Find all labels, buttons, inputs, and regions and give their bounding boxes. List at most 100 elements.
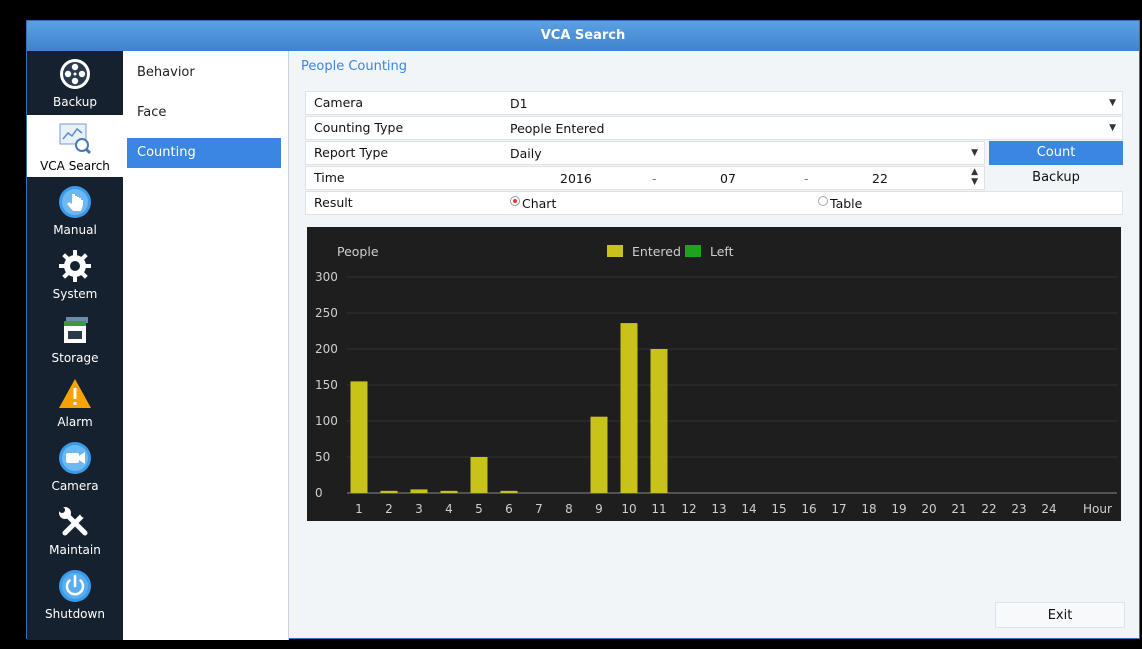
table-radio[interactable] [818,196,828,206]
chevron-down-icon[interactable]: ▼ [1109,123,1116,133]
report-type-select[interactable]: Daily [510,146,542,161]
vca-search-window: VCA Search Backup VCA Search Manual System S… [26,20,1141,640]
chart-radio-label[interactable]: Chart [522,196,556,211]
nav-item-vca-search[interactable]: VCA Search [27,115,123,177]
chart-magnifier-icon [57,121,93,155]
result-label: Result [314,195,353,210]
y-tick-label: 50 [315,450,330,464]
report-type-label: Report Type [314,145,389,160]
time-spinner-icon[interactable]: ▲ ▼ [971,167,978,187]
bar-entered [470,457,488,493]
camera-icon [57,441,93,475]
time-day-input[interactable]: 22 [872,171,888,186]
bar-entered [410,489,428,493]
x-tick-label: 15 [771,502,786,516]
x-tick-label: 14 [741,502,756,516]
nav-item-alarm[interactable]: Alarm [27,371,123,433]
subnav-item-counting[interactable]: Counting [127,138,281,168]
x-tick-label: 22 [981,502,996,516]
chevron-down-icon[interactable]: ▼ [971,148,978,158]
bar-entered [620,323,638,493]
nav-label: Camera [51,479,99,493]
power-icon [57,569,93,603]
nav-item-manual[interactable]: Manual [27,179,123,241]
nav-label: Maintain [49,543,101,557]
y-tick-label: 150 [315,378,338,392]
x-tick-label: 7 [535,502,543,516]
sub-nav: Behavior Face Counting [123,51,289,640]
x-tick-label: 18 [861,502,876,516]
y-axis-label: People [337,244,379,259]
y-tick-label: 200 [315,342,338,356]
time-row: Time 2016 - 07 - 22 ▲ ▼ [305,166,985,190]
time-label: Time [314,170,345,185]
chevron-down-icon[interactable]: ▼ [1109,98,1116,108]
x-tick-label: 3 [415,502,423,516]
x-tick-label: 4 [445,502,453,516]
x-tick-label: 20 [921,502,936,516]
main-nav: Backup VCA Search Manual System Storage Alarm… [27,51,123,640]
legend-label-left: Left [710,244,734,259]
bar-entered [650,349,668,493]
x-tick-label: 11 [651,502,666,516]
x-tick-label: 5 [475,502,483,516]
warning-icon [57,377,93,411]
subnav-item-face[interactable]: Face [127,98,281,128]
hand-pointer-icon [57,185,93,219]
backup-button[interactable]: Backup [989,166,1123,190]
subnav-item-behavior[interactable]: Behavior [127,58,281,88]
main-panel: People Counting Camera D1 ▼ Counting Typ… [289,51,1141,640]
nav-item-shutdown[interactable]: Shutdown [27,563,123,625]
x-axis-label: Hour [1083,502,1112,516]
x-tick-label: 21 [951,502,966,516]
film-reel-icon [57,57,93,91]
report-type-row: Report Type Daily ▼ [305,141,985,165]
nav-item-system[interactable]: System [27,243,123,305]
nav-label: VCA Search [40,159,110,173]
nav-label: Manual [53,223,97,237]
table-radio-label[interactable]: Table [830,196,862,211]
x-tick-label: 9 [595,502,603,516]
nav-item-camera[interactable]: Camera [27,435,123,497]
legend-swatch-left [685,245,701,257]
x-tick-label: 2 [385,502,393,516]
nav-label: Backup [53,95,97,109]
x-tick-label: 8 [565,502,573,516]
camera-row: Camera D1 ▼ [305,91,1123,115]
y-tick-label: 100 [315,414,338,428]
y-tick-label: 0 [315,486,323,500]
x-tick-label: 12 [681,502,696,516]
result-row: Result Chart Table [305,191,1123,215]
gear-icon [57,249,93,283]
bar-entered [590,416,608,493]
nav-item-storage[interactable]: Storage [27,307,123,369]
y-tick-label: 300 [315,270,338,284]
nav-label: Alarm [57,415,93,429]
x-tick-label: 16 [801,502,816,516]
wrench-screwdriver-icon [57,505,93,539]
nav-item-maintain[interactable]: Maintain [27,499,123,561]
exit-button[interactable]: Exit [995,602,1125,628]
storage-icon [57,313,93,347]
x-tick-label: 23 [1011,502,1026,516]
section-title: People Counting [301,59,408,74]
x-tick-label: 17 [831,502,846,516]
people-count-chart: 0 50 100 150 200 250 300 People Entered Left 1 2 3 4 5… [307,227,1121,521]
bar-entered [380,490,398,493]
x-tick-label: 6 [505,502,513,516]
chart-radio[interactable] [510,196,520,206]
time-month-input[interactable]: 07 [720,171,736,186]
count-button[interactable]: Count [989,141,1123,165]
counting-type-select[interactable]: People Entered [510,121,604,136]
time-year-input[interactable]: 2016 [560,171,592,186]
legend-label-entered: Entered [632,244,681,259]
nav-label: Storage [51,351,99,365]
nav-item-backup[interactable]: Backup [27,51,123,113]
nav-label: System [52,287,98,301]
camera-select[interactable]: D1 [510,96,528,111]
bar-entered [350,381,368,493]
time-separator: - [804,171,809,186]
y-tick-label: 250 [315,306,338,320]
x-tick-label: 24 [1041,502,1056,516]
counting-type-label: Counting Type [314,120,404,135]
